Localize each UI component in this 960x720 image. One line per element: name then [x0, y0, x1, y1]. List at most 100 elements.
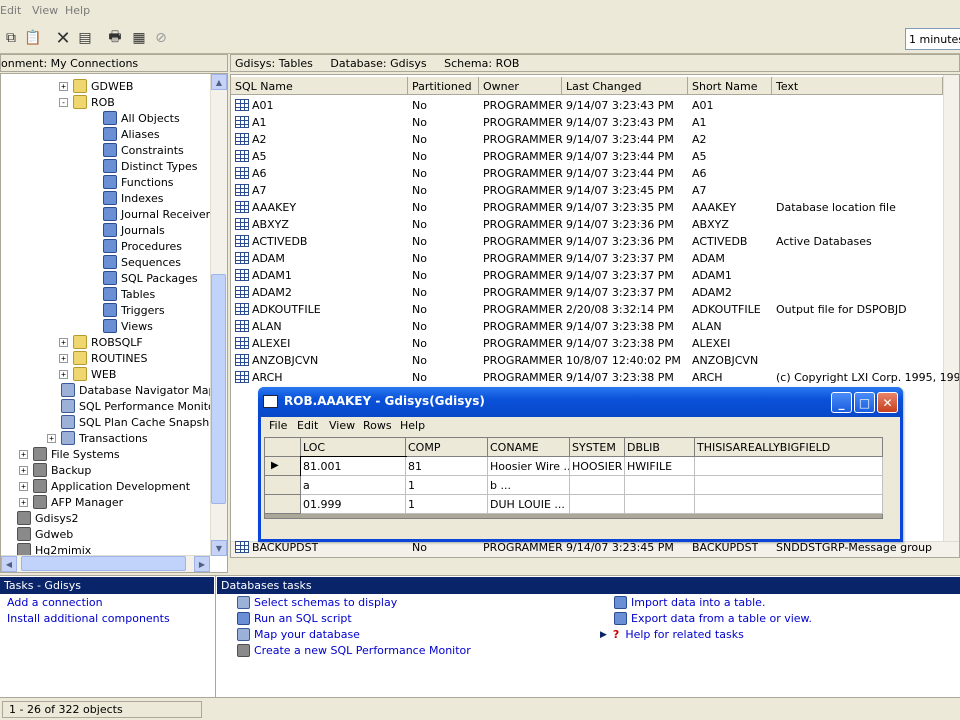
tree-item[interactable]: + Application Development: [19, 478, 190, 494]
tree-item[interactable]: + GDWEB: [59, 78, 133, 94]
tree-item[interactable]: Aliases: [89, 126, 160, 142]
dialog-menu-rows[interactable]: Rows: [363, 419, 392, 432]
grid-cell[interactable]: [695, 457, 883, 476]
tree-item[interactable]: SQL Packages: [89, 270, 198, 286]
table-row[interactable]: ALEXEI No PROGRAMMER 9/14/07 3:23:38 PM ALEX…: [231, 335, 959, 352]
grid-cell[interactable]: [625, 495, 695, 514]
table-row[interactable]: ARCH No PROGRAMMER 9/14/07 3:23:38 PM ARCH (c…: [231, 369, 959, 386]
tree-vertical-scrollbar[interactable]: ▲ ▼: [210, 74, 227, 556]
expand-icon[interactable]: +: [47, 433, 56, 443]
row-selector[interactable]: [265, 476, 301, 495]
tree-item[interactable]: Procedures: [89, 238, 182, 254]
grid-cell[interactable]: Hoosier Wire ...: [488, 457, 570, 476]
tree-item[interactable]: Journal Receivers: [89, 206, 216, 222]
add-connection-link[interactable]: Add a connection: [7, 596, 103, 609]
tree-item[interactable]: + ROBSQLF: [59, 334, 143, 350]
table-row[interactable]: A6 No PROGRAMMER 9/14/07 3:23:44 PM A6: [231, 165, 959, 182]
import-data-link[interactable]: Import data into a table.: [614, 596, 765, 609]
grid-cell[interactable]: b ...: [488, 476, 570, 495]
stop-icon[interactable]: ⊘: [150, 28, 172, 48]
table-row[interactable]: A2 No PROGRAMMER 9/14/07 3:23:44 PM A2: [231, 131, 959, 148]
table-view-icon[interactable]: ▦: [128, 28, 150, 48]
table-row[interactable]: ADAM2 No PROGRAMMER 9/14/07 3:23:37 PM ADAM2: [231, 284, 959, 301]
minimize-button[interactable]: _: [831, 392, 852, 413]
paste-icon[interactable]: 📋: [22, 28, 44, 48]
maximize-button[interactable]: □: [854, 392, 875, 413]
scroll-right-icon[interactable]: ▶: [194, 556, 210, 572]
dialog-menu-file[interactable]: File: [269, 419, 287, 432]
grid-cell[interactable]: 81: [406, 457, 488, 476]
table-row[interactable]: A5 No PROGRAMMER 9/14/07 3:23:44 PM A5: [231, 148, 959, 165]
grid-cell[interactable]: [570, 495, 625, 514]
grid-cell[interactable]: 81.001: [300, 456, 407, 477]
table-row[interactable]: A01 No PROGRAMMER 9/14/07 3:23:43 PM A01: [231, 97, 959, 114]
hscroll-thumb[interactable]: [21, 556, 186, 571]
tree-item[interactable]: + File Systems: [19, 446, 120, 462]
tree-item[interactable]: Functions: [89, 174, 174, 190]
table-row[interactable]: A7 No PROGRAMMER 9/14/07 3:23:45 PM A7: [231, 182, 959, 199]
table-row[interactable]: ABXYZ No PROGRAMMER 9/14/07 3:23:36 PM ABXYZ: [231, 216, 959, 233]
grid-cell[interactable]: [570, 476, 625, 495]
table-row[interactable]: ALAN No PROGRAMMER 9/14/07 3:23:38 PM ALAN: [231, 318, 959, 335]
select-schemas-link[interactable]: Select schemas to display: [237, 596, 397, 609]
grid-cell[interactable]: [695, 476, 883, 495]
copy-icon[interactable]: ⧉: [0, 28, 22, 48]
help-related-link[interactable]: ▶? Help for related tasks: [600, 628, 744, 641]
dialog-menu-edit[interactable]: Edit: [297, 419, 318, 432]
grid-cell[interactable]: 1: [406, 495, 488, 514]
tree-item[interactable]: Database Navigator Maps: [47, 382, 221, 398]
tree-item[interactable]: + WEB: [59, 366, 116, 382]
refresh-interval-field[interactable]: 1 minutes o: [905, 28, 960, 50]
scroll-down-icon[interactable]: ▼: [211, 540, 227, 556]
menu-view[interactable]: View: [32, 4, 58, 17]
grid-column-header[interactable]: LOC: [301, 438, 406, 457]
expand-icon[interactable]: +: [59, 337, 68, 347]
expand-icon[interactable]: +: [19, 481, 28, 491]
tree-item[interactable]: Gdisys2: [3, 510, 79, 526]
table-row[interactable]: ANZOBJCVN No PROGRAMMER 10/8/07 12:40:02 PM…: [231, 352, 959, 369]
row-selector[interactable]: ▶: [265, 457, 301, 476]
tree-item[interactable]: + Transactions: [47, 430, 148, 446]
collapse-icon[interactable]: -: [59, 97, 68, 107]
dialog-menu-view[interactable]: View: [329, 419, 355, 432]
tree-item[interactable]: + Backup: [19, 462, 91, 478]
expand-icon[interactable]: +: [19, 497, 28, 507]
tree-item[interactable]: Constraints: [89, 142, 184, 158]
install-components-link[interactable]: Install additional components: [7, 612, 170, 625]
expand-icon[interactable]: +: [59, 81, 68, 91]
expand-icon[interactable]: +: [19, 449, 28, 459]
menu-edit[interactable]: Edit: [0, 4, 21, 17]
tree-item[interactable]: Indexes: [89, 190, 163, 206]
tree-item[interactable]: Distinct Types: [89, 158, 197, 174]
tree-item[interactable]: Gdweb: [3, 526, 73, 542]
column-header[interactable]: Owner: [479, 77, 562, 95]
tree-item[interactable]: Journals: [89, 222, 165, 238]
grid-cell[interactable]: HWIFILE: [625, 457, 695, 476]
column-header[interactable]: Short Name: [688, 77, 772, 95]
expand-icon[interactable]: +: [59, 369, 68, 379]
tree-item[interactable]: Tables: [89, 286, 155, 302]
dialog-menu-help[interactable]: Help: [400, 419, 425, 432]
properties-icon[interactable]: ▤: [74, 28, 96, 48]
tree-horizontal-scrollbar[interactable]: ◀ ▶: [1, 555, 210, 572]
grid-column-header[interactable]: SYSTEM: [570, 438, 625, 457]
print-icon[interactable]: 🖶: [104, 28, 126, 48]
grid-cell[interactable]: [625, 476, 695, 495]
grid-cell[interactable]: a: [301, 476, 406, 495]
grid-column-header[interactable]: CONAME: [488, 438, 570, 457]
run-sql-script-link[interactable]: Run an SQL script: [237, 612, 352, 625]
table-row[interactable]: AAAKEY No PROGRAMMER 9/14/07 3:23:35 PM AAAK…: [231, 199, 959, 216]
table-row[interactable]: ADAM No PROGRAMMER 9/14/07 3:23:37 PM ADAM: [231, 250, 959, 267]
table-row[interactable]: ADKOUTFILE No PROGRAMMER 2/20/08 3:32:14 PM…: [231, 301, 959, 318]
grid-cell[interactable]: HOOSIER: [570, 457, 625, 476]
table-row[interactable]: ADAM1 No PROGRAMMER 9/14/07 3:23:37 PM ADAM1: [231, 267, 959, 284]
tree-item[interactable]: SQL Performance Monitor: [47, 398, 219, 414]
create-monitor-link[interactable]: Create a new SQL Performance Monitor: [237, 644, 471, 657]
grid-cell[interactable]: DUH LOUIE ...: [488, 495, 570, 514]
scroll-up-icon[interactable]: ▲: [211, 74, 227, 90]
expand-icon[interactable]: +: [59, 353, 68, 363]
column-header[interactable]: Partitioned: [408, 77, 479, 95]
tree-item[interactable]: All Objects: [89, 110, 180, 126]
table-row[interactable]: ACTIVEDB No PROGRAMMER 9/14/07 3:23:36 PM AC…: [231, 233, 959, 250]
column-header[interactable]: Text: [772, 77, 943, 95]
